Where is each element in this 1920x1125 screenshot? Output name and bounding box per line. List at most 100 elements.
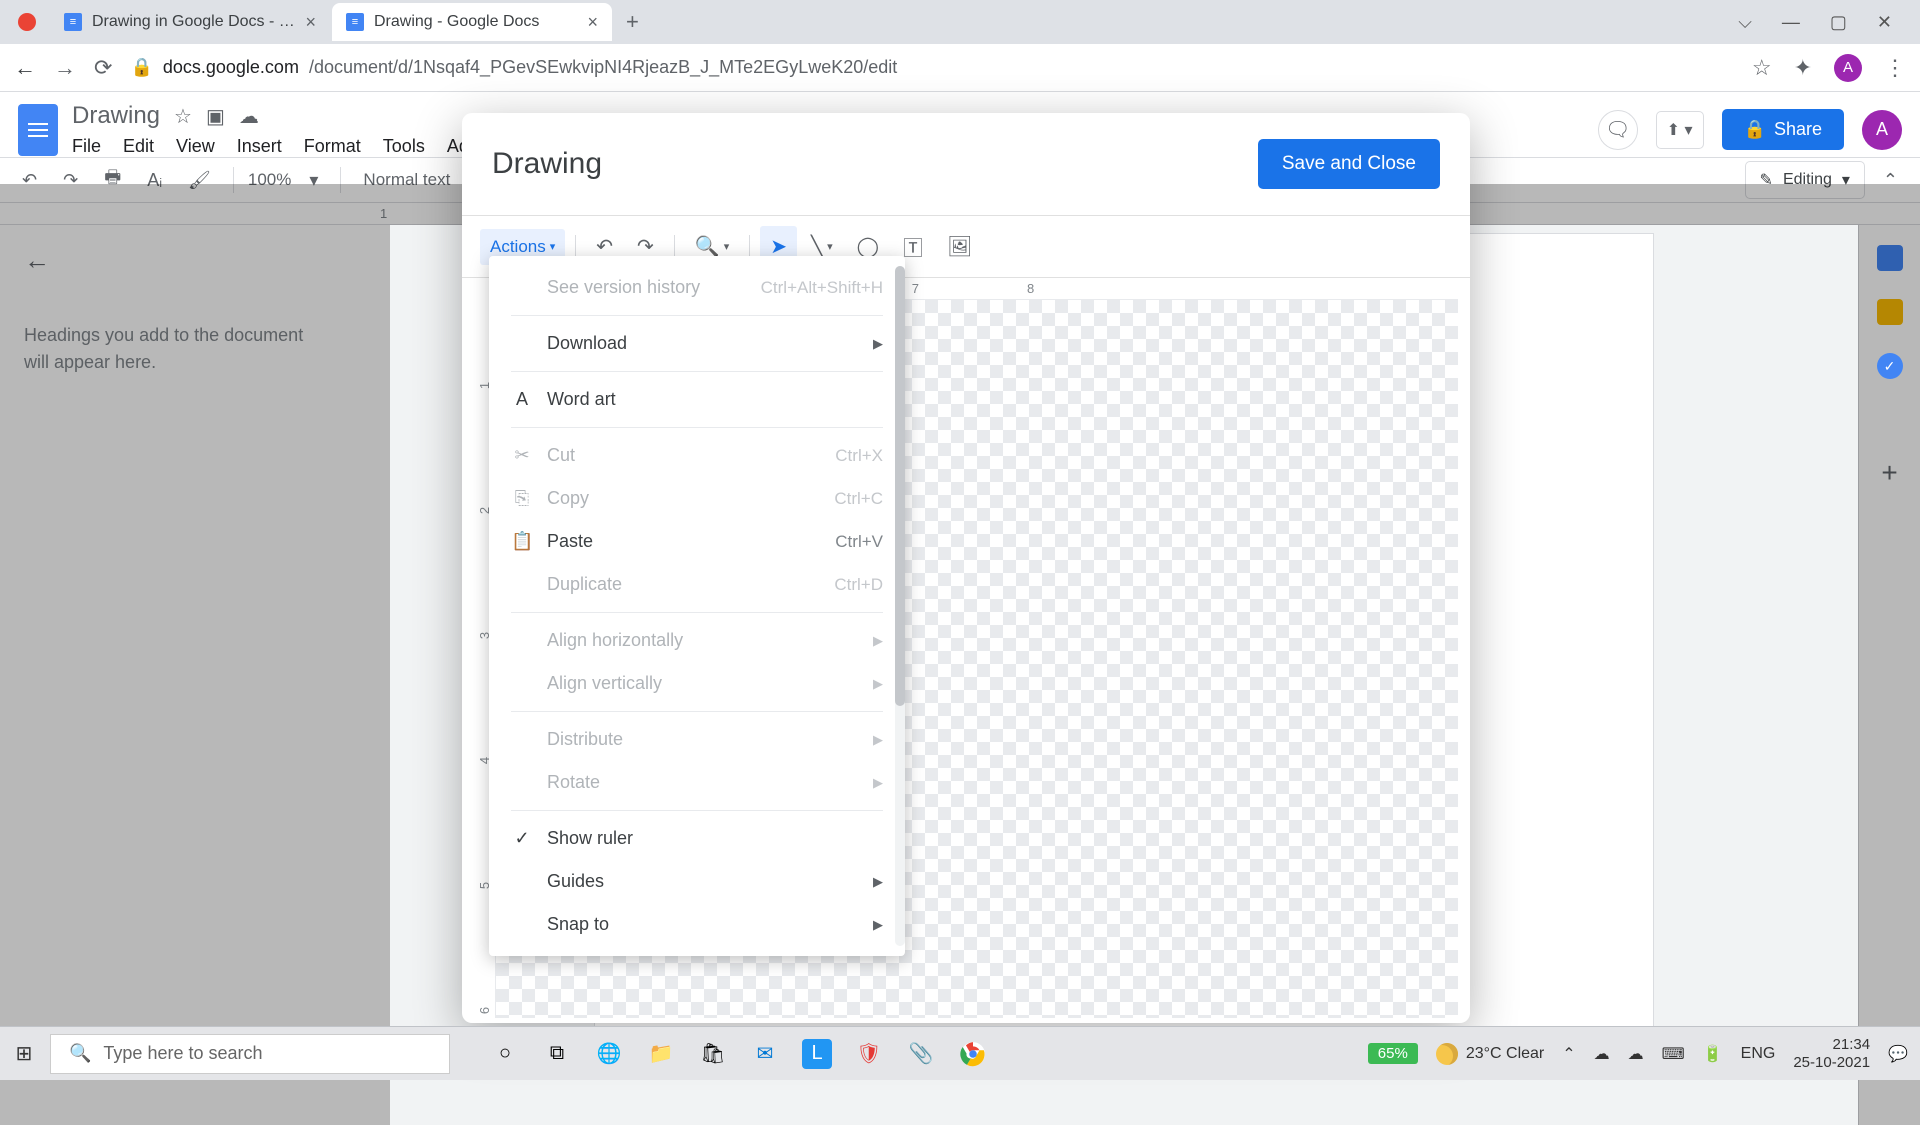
menu-align-horizontal[interactable]: · Align horizontally ▶ bbox=[489, 619, 905, 662]
docs-favicon-icon: ≡ bbox=[346, 13, 364, 31]
system-tray: 65% 23°C Clear ⌃ ☁ ☁ ⌨ 🔋 ENG 21:34 25-10… bbox=[1368, 1036, 1920, 1072]
url-path: /document/d/1Nsqaf4_PGevSEwkvipNI4RjeazB… bbox=[309, 57, 897, 78]
share-button[interactable]: 🔒 Share bbox=[1722, 109, 1844, 150]
mcafee-icon[interactable]: 🛡 bbox=[854, 1039, 884, 1069]
document-title[interactable]: Drawing bbox=[72, 102, 160, 130]
menu-align-vertical[interactable]: · Align vertically ▶ bbox=[489, 662, 905, 705]
tasks-icon[interactable] bbox=[1877, 353, 1903, 379]
start-button[interactable]: ⊞ bbox=[0, 1041, 48, 1066]
menu-icon[interactable]: ⋮ bbox=[1884, 55, 1906, 81]
docs-logo-icon[interactable] bbox=[18, 104, 58, 156]
tabs-dropdown-icon[interactable]: ⌵ bbox=[1738, 12, 1752, 33]
comments-button[interactable]: 🗨 bbox=[1598, 110, 1638, 150]
menu-snap-to[interactable]: · Snap to ▶ bbox=[489, 903, 905, 946]
menu-distribute[interactable]: · Distribute ▶ bbox=[489, 718, 905, 761]
maximize-icon[interactable]: ▢ bbox=[1830, 12, 1847, 33]
office-icon[interactable]: 📎 bbox=[906, 1039, 936, 1069]
save-and-close-button[interactable]: Save and Close bbox=[1258, 139, 1440, 189]
taskbar-apps: ○ ⧉ 🌐 📁 🛍 ✉ L 🛡 📎 bbox=[490, 1039, 988, 1069]
submenu-arrow-icon: ▶ bbox=[873, 633, 883, 649]
star-doc-icon[interactable]: ☆ bbox=[174, 104, 192, 129]
window-controls: ⌵ ― ▢ ✕ bbox=[1738, 12, 1912, 33]
menu-format[interactable]: Format bbox=[304, 136, 361, 157]
app-l-icon[interactable]: L bbox=[802, 1039, 832, 1069]
tab-1-title: Drawing in Google Docs - Googl bbox=[92, 13, 295, 31]
menu-tools[interactable]: Tools bbox=[383, 136, 425, 157]
menu-show-ruler[interactable]: ✓ Show ruler bbox=[489, 817, 905, 860]
menu-word-art[interactable]: A Word art bbox=[489, 378, 905, 421]
menu-edit[interactable]: Edit bbox=[123, 136, 154, 157]
address-bar-actions: ☆ ✦ A ⋮ bbox=[1752, 54, 1906, 82]
tab-2-title: Drawing - Google Docs bbox=[374, 13, 577, 31]
weather-widget[interactable]: 23°C Clear bbox=[1436, 1043, 1544, 1065]
present-button[interactable]: ⬆ ▾ bbox=[1656, 111, 1704, 149]
menu-duplicate[interactable]: · Duplicate Ctrl+D bbox=[489, 563, 905, 606]
menu-bar: File Edit View Insert Format Tools Ad bbox=[72, 130, 469, 157]
scrollbar-thumb[interactable] bbox=[895, 266, 905, 706]
star-icon[interactable]: ☆ bbox=[1752, 55, 1772, 81]
back-button[interactable]: ← bbox=[14, 55, 36, 81]
submenu-arrow-icon: ▶ bbox=[873, 775, 883, 791]
word-art-icon: A bbox=[511, 389, 533, 410]
menu-file[interactable]: File bbox=[72, 136, 101, 157]
onedrive-icon[interactable]: ☁ bbox=[1594, 1044, 1610, 1064]
menu-insert[interactable]: Insert bbox=[237, 136, 282, 157]
close-icon[interactable]: × bbox=[305, 12, 316, 33]
menu-download[interactable]: · Download ▶ bbox=[489, 322, 905, 365]
menu-view[interactable]: View bbox=[176, 136, 215, 157]
mail-icon[interactable]: ✉ bbox=[750, 1039, 780, 1069]
battery-status[interactable]: 65% bbox=[1368, 1043, 1418, 1064]
lock-icon: 🔒 bbox=[130, 57, 152, 78]
new-tab-button[interactable]: + bbox=[614, 9, 651, 35]
tab-2[interactable]: ≡ Drawing - Google Docs × bbox=[332, 3, 612, 41]
clock[interactable]: 21:34 25-10-2021 bbox=[1793, 1036, 1870, 1072]
menu-guides[interactable]: · Guides ▶ bbox=[489, 860, 905, 903]
image-tool[interactable]: 🖼 bbox=[937, 226, 982, 267]
tray-chevron-icon[interactable]: ⌃ bbox=[1562, 1044, 1575, 1064]
url-field[interactable]: 🔒 docs.google.com/document/d/1Nsqaf4_PGe… bbox=[130, 57, 1733, 78]
search-input[interactable]: 🔍 Type here to search bbox=[50, 1034, 450, 1074]
extensions-icon[interactable]: ✦ bbox=[1794, 55, 1812, 81]
language-indicator[interactable]: ENG bbox=[1741, 1045, 1776, 1063]
close-icon[interactable]: × bbox=[587, 12, 598, 33]
submenu-arrow-icon: ▶ bbox=[873, 336, 883, 352]
task-view-icon[interactable]: ⧉ bbox=[542, 1039, 572, 1069]
tab-1[interactable]: ≡ Drawing in Google Docs - Googl × bbox=[50, 3, 330, 41]
menu-cut[interactable]: ✂ Cut Ctrl+X bbox=[489, 434, 905, 477]
explorer-icon[interactable]: 📁 bbox=[646, 1039, 676, 1069]
moon-icon bbox=[1436, 1043, 1458, 1065]
menu-version-history[interactable]: · See version history Ctrl+Alt+Shift+H bbox=[489, 266, 905, 309]
address-bar: ← → ⟳ 🔒 docs.google.com/document/d/1Nsqa… bbox=[0, 44, 1920, 92]
edge-icon[interactable]: 🌐 bbox=[594, 1039, 624, 1069]
profile-avatar[interactable]: A bbox=[1834, 54, 1862, 82]
input-icon[interactable]: ⌨ bbox=[1662, 1044, 1685, 1064]
submenu-arrow-icon: ▶ bbox=[873, 732, 883, 748]
battery-icon[interactable]: 🔋 bbox=[1703, 1044, 1723, 1064]
onedrive-icon[interactable]: ☁ bbox=[1628, 1044, 1644, 1064]
windows-taskbar: ⊞ 🔍 Type here to search ○ ⧉ 🌐 📁 🛍 ✉ L 🛡 … bbox=[0, 1026, 1920, 1080]
menu-scrollbar[interactable] bbox=[895, 266, 905, 946]
submenu-arrow-icon: ▶ bbox=[873, 874, 883, 890]
close-window-icon[interactable]: ✕ bbox=[1877, 12, 1892, 33]
store-icon[interactable]: 🛍 bbox=[698, 1039, 728, 1069]
notifications-icon[interactable]: 💬 bbox=[1888, 1044, 1908, 1064]
actions-menu: · See version history Ctrl+Alt+Shift+H ·… bbox=[489, 256, 905, 956]
clipboard-icon: 📋 bbox=[511, 531, 533, 552]
menu-rotate[interactable]: · Rotate ▶ bbox=[489, 761, 905, 804]
reload-button[interactable]: ⟳ bbox=[94, 55, 112, 81]
move-doc-icon[interactable]: ▣ bbox=[206, 104, 225, 129]
search-icon: 🔍 bbox=[69, 1043, 91, 1064]
menu-copy[interactable]: ⎘ Copy Ctrl+C bbox=[489, 477, 905, 520]
submenu-arrow-icon: ▶ bbox=[873, 676, 883, 692]
browser-chrome: ≡ Drawing in Google Docs - Googl × ≡ Dra… bbox=[0, 0, 1920, 92]
chevron-down-icon: ▾ bbox=[550, 240, 556, 253]
cortana-icon[interactable]: ○ bbox=[490, 1039, 520, 1069]
docs-favicon-icon: ≡ bbox=[64, 13, 82, 31]
menu-paste[interactable]: 📋 Paste Ctrl+V bbox=[489, 520, 905, 563]
chrome-icon[interactable] bbox=[958, 1039, 988, 1069]
account-avatar[interactable]: A bbox=[1862, 110, 1902, 150]
check-icon: ✓ bbox=[511, 828, 533, 849]
minimize-icon[interactable]: ― bbox=[1782, 12, 1800, 33]
dialog-header: Drawing Save and Close bbox=[462, 113, 1470, 215]
forward-button[interactable]: → bbox=[54, 55, 76, 81]
